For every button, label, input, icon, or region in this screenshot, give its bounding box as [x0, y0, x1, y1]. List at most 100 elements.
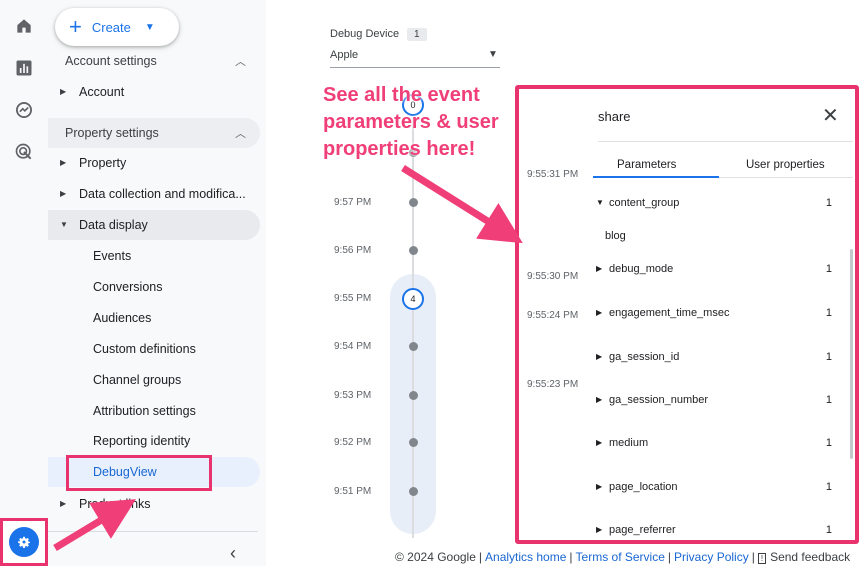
send-feedback-link[interactable]: Send feedback: [770, 550, 850, 564]
expand-arrow-icon: ▶: [596, 352, 603, 361]
nav-property[interactable]: ▶ Property: [48, 148, 260, 178]
nav-label: Account: [79, 85, 125, 99]
home-icon[interactable]: [12, 14, 36, 38]
property-settings-header[interactable]: Property settings ︿: [48, 118, 260, 148]
chevron-up-icon: ︿: [235, 56, 246, 68]
active-tab-indicator: [593, 176, 719, 178]
section-label: Property settings: [65, 126, 159, 140]
section-label: Account settings: [65, 54, 157, 68]
param-count: 1: [825, 394, 832, 406]
page-footer: © 2024 Google | Analytics home | Terms of Se…: [395, 550, 851, 564]
event-timestamp: 9:55:31 PM: [527, 169, 579, 180]
expand-arrow-icon: ▶: [60, 499, 67, 508]
nav-data-collection[interactable]: ▶ Data collection and modifica...: [48, 179, 260, 209]
timeline-dot[interactable]: [409, 246, 418, 255]
param-count: 1: [825, 197, 832, 209]
nav-label: Audiences: [93, 311, 152, 325]
param-row-engagement-time[interactable]: ▶ engagement_time_msec 1: [593, 305, 838, 325]
param-count: 1: [825, 481, 832, 493]
debugview-main: Debug Device 1 Apple ▼ 0 9:57 PM 9:56 PM…: [266, 0, 863, 566]
expand-arrow-icon: ▶: [596, 482, 603, 491]
param-name: debug_mode: [609, 263, 674, 275]
event-parameters-panel: share ✕ Parameters User properties 9:55:…: [515, 85, 859, 544]
feedback-icon[interactable]: !: [757, 553, 767, 564]
nav-custom-definitions[interactable]: Custom definitions: [48, 334, 260, 364]
collapse-chevron-icon[interactable]: ‹: [230, 543, 236, 564]
plus-icon: +: [69, 14, 82, 39]
settings-gear-icon[interactable]: [9, 527, 39, 557]
param-row-page-referrer[interactable]: ▶ page_referrer 1: [593, 522, 838, 540]
expand-arrow-icon: ▶: [60, 158, 67, 167]
param-row-medium[interactable]: ▶ medium 1: [593, 435, 838, 455]
nav-conversions[interactable]: Conversions: [48, 272, 260, 302]
param-row-ga-session-number[interactable]: ▶ ga_session_number 1: [593, 392, 838, 412]
timeline-time: 9:52 PM: [334, 437, 372, 448]
settings-highlight: [0, 518, 48, 566]
expand-arrow-icon: ▶: [60, 189, 67, 198]
divider: [598, 141, 853, 142]
app-root: + Create ▼ Account settings ︿ ▶ Account …: [0, 0, 863, 566]
timeline-dot[interactable]: [409, 342, 418, 351]
divider: [48, 531, 258, 532]
reports-icon[interactable]: [12, 56, 36, 80]
nav-product-links[interactable]: ▶ Product links: [48, 489, 260, 519]
param-name: engagement_time_msec: [609, 307, 730, 319]
terms-link[interactable]: Terms of Service: [576, 550, 665, 564]
param-row-content-group[interactable]: ▼ content_group 1: [593, 195, 838, 215]
nav-attribution-settings[interactable]: Attribution settings: [48, 396, 260, 426]
timeline-dot[interactable]: [409, 198, 418, 207]
timeline-active-count[interactable]: 4: [402, 288, 424, 310]
nav-label: Product links: [79, 497, 151, 511]
advertising-icon[interactable]: [12, 140, 36, 164]
param-count: 1: [825, 263, 832, 275]
nav-channel-groups[interactable]: Channel groups: [48, 365, 260, 395]
nav-audiences[interactable]: Audiences: [48, 303, 260, 333]
dropdown-caret-icon[interactable]: ▼: [488, 49, 498, 60]
debug-device-label: Debug Device: [330, 28, 400, 40]
dropdown-underline: [330, 67, 500, 68]
nav-reporting-identity[interactable]: Reporting identity: [48, 426, 260, 456]
expand-arrow-icon: ▶: [60, 87, 67, 96]
nav-label: Events: [93, 249, 132, 263]
param-count: 1: [825, 524, 832, 536]
nav-label: Data collection and modifica...: [79, 187, 246, 201]
account-settings-header[interactable]: Account settings ︿: [48, 46, 260, 76]
expand-arrow-icon: ▶: [596, 438, 603, 447]
timeline-time: 9:54 PM: [334, 341, 372, 352]
close-icon[interactable]: ✕: [822, 103, 839, 128]
annotation-callout: See all the event parameters & user prop…: [323, 82, 499, 163]
analytics-home-link[interactable]: Analytics home: [485, 550, 566, 564]
expand-arrow-icon: ▶: [596, 308, 603, 317]
timeline-dot[interactable]: [409, 438, 418, 447]
param-name: ga_session_id: [609, 351, 680, 363]
annotation-line: properties here!: [323, 138, 476, 160]
timeline-dot[interactable]: [409, 487, 418, 496]
chevron-up-icon: ︿: [235, 128, 246, 140]
expand-arrow-icon: ▶: [596, 525, 603, 534]
param-name: ga_session_number: [609, 394, 709, 406]
param-name: medium: [609, 437, 649, 449]
privacy-link[interactable]: Privacy Policy: [674, 550, 749, 564]
create-button[interactable]: + Create ▼: [55, 8, 179, 46]
tab-parameters[interactable]: Parameters: [617, 159, 676, 171]
tab-user-properties[interactable]: User properties: [746, 159, 825, 171]
nav-data-display[interactable]: ▼ Data display: [48, 210, 260, 240]
param-row-ga-session-id[interactable]: ▶ ga_session_id 1: [593, 349, 838, 369]
scrollbar[interactable]: [850, 249, 853, 459]
timeline-dot[interactable]: [409, 391, 418, 400]
nav-events[interactable]: Events: [48, 241, 260, 271]
expand-arrow-icon: ▶: [596, 395, 603, 404]
create-label: Create: [91, 19, 131, 35]
event-timestamp: 9:55:30 PM: [527, 271, 579, 282]
param-row-debug-mode[interactable]: ▶ debug_mode 1: [593, 261, 838, 281]
explore-icon[interactable]: [12, 98, 36, 122]
nav-label: Property: [79, 156, 127, 170]
event-timestamp: 9:55:23 PM: [527, 379, 579, 390]
debug-device-select[interactable]: Apple: [330, 49, 358, 61]
nav-account[interactable]: ▶ Account: [48, 77, 260, 107]
panel-title: share: [598, 109, 631, 124]
debugview-highlight: [66, 455, 212, 491]
param-row-page-location[interactable]: ▶ page_location 1: [593, 479, 838, 499]
collapse-arrow-icon: ▼: [596, 198, 604, 207]
param-name: content_group: [609, 197, 680, 209]
